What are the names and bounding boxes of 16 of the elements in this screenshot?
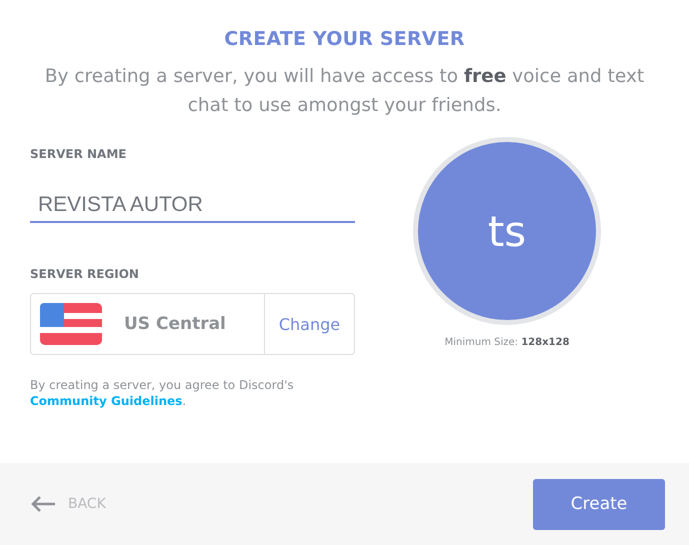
description: By creating a server, you will have access to free voice and text chat to use amongst your friends. bbox=[44, 65, 646, 118]
field-label: SERVER REGION bbox=[30, 267, 140, 281]
arrow-left-icon bbox=[30, 495, 56, 513]
field-label: SERVER NAME bbox=[30, 147, 128, 161]
change-button[interactable]: Change bbox=[264, 294, 354, 354]
terms-text: By creating a server, you agree to Discord's Community Guidelines. bbox=[30, 377, 295, 409]
flag-icon bbox=[40, 303, 102, 345]
modal-title: CREATE YOUR SERVER bbox=[224, 28, 465, 50]
guidelines-link[interactable]: Community Guidelines bbox=[30, 394, 182, 408]
size-hint: Minimum Size: 128x128 bbox=[444, 337, 570, 348]
region-name: US Central bbox=[124, 314, 226, 334]
server-name-field[interactable]: REVISTA AUTOR bbox=[30, 189, 355, 223]
back-button[interactable]: BACK bbox=[30, 495, 106, 513]
region-selector[interactable]: US Central Change bbox=[30, 293, 355, 355]
server-icon-upload[interactable]: ts bbox=[413, 137, 601, 325]
create-button[interactable]: Create bbox=[533, 478, 665, 530]
